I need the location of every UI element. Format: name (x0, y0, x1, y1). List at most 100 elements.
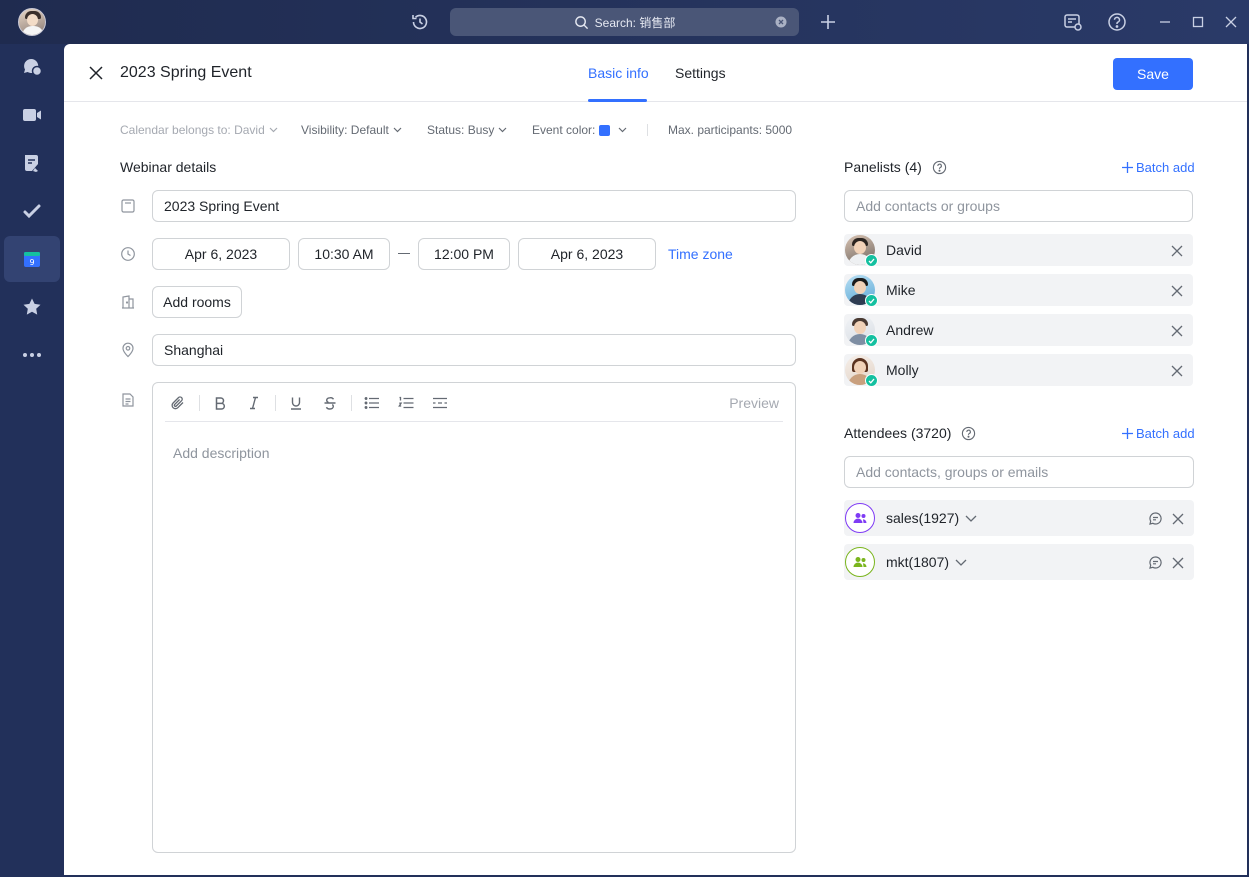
numbered-list-icon[interactable] (397, 394, 415, 412)
save-button[interactable]: Save (1113, 58, 1193, 90)
start-date-picker[interactable]: Apr 6, 2023 (152, 238, 290, 270)
search-bar[interactable]: Search: 销售部 (450, 8, 799, 36)
description-editor[interactable]: Preview Add description (152, 382, 796, 853)
attachment-icon[interactable] (169, 394, 187, 412)
maximize-icon[interactable] (1189, 12, 1207, 32)
panelist-row: Andrew (844, 314, 1193, 347)
toolbar-divider (275, 395, 276, 411)
video-meeting-icon[interactable] (4, 92, 60, 138)
webinar-details-heading: Webinar details (120, 159, 217, 175)
panelists-input[interactable]: Add contacts or groups (844, 190, 1193, 222)
group-name[interactable]: mkt(1807) (886, 554, 949, 570)
help-icon[interactable] (1107, 12, 1127, 32)
strikethrough-icon[interactable] (321, 394, 339, 412)
event-color-dropdown[interactable]: Event color: (532, 123, 627, 137)
active-tab-indicator (588, 99, 647, 102)
check-badge-icon (865, 374, 878, 387)
event-title-input[interactable]: 2023 Spring Event (152, 190, 796, 222)
editor-header: 2023 Spring Event Basic info Settings Sa… (64, 44, 1247, 102)
title-icon (120, 198, 136, 214)
clock-icon (120, 246, 136, 262)
more-icon[interactable] (4, 332, 60, 378)
underline-icon[interactable] (287, 394, 305, 412)
group-name[interactable]: sales(1927) (886, 510, 959, 526)
divider-line-icon[interactable] (431, 394, 449, 412)
help-circle-icon[interactable] (961, 426, 976, 441)
attendee-group-row: mkt(1807) (844, 544, 1194, 580)
attendees-input-placeholder: Add contacts, groups or emails (856, 464, 1049, 480)
remove-icon[interactable] (1171, 244, 1183, 257)
toolbar-divider (351, 395, 352, 411)
bullet-list-icon[interactable] (363, 394, 381, 412)
chat-icon[interactable] (1149, 556, 1162, 569)
close-icon[interactable] (88, 65, 104, 81)
toolbar-divider (199, 395, 200, 411)
bold-icon[interactable] (211, 394, 229, 412)
chevron-down-icon[interactable] (955, 559, 967, 566)
app-sidebar: 9 (0, 44, 64, 877)
remove-icon[interactable] (1171, 364, 1183, 377)
chat-icon[interactable] (1149, 512, 1162, 525)
remove-icon[interactable] (1171, 324, 1183, 337)
attendees-batch-add-button[interactable]: Batch add (1122, 426, 1195, 441)
panelist-row: David (844, 234, 1193, 267)
plus-icon (1122, 428, 1133, 439)
check-badge-icon (865, 334, 878, 347)
visibility-label: Visibility: Default (301, 123, 389, 137)
clear-search-icon[interactable] (775, 16, 787, 28)
messenger-icon[interactable] (4, 44, 60, 90)
user-avatar[interactable] (18, 8, 46, 36)
end-time-picker[interactable]: 12:00 PM (418, 238, 510, 270)
remove-icon[interactable] (1172, 512, 1184, 525)
notification-settings-icon[interactable] (1063, 12, 1083, 32)
time-zone-link[interactable]: Time zone (668, 246, 733, 262)
avatar (845, 315, 878, 347)
panelists-batch-add-button[interactable]: Batch add (1122, 160, 1195, 175)
attendees-label: Attendees (3720) (844, 425, 952, 441)
group-icon (845, 547, 875, 577)
panelist-name: Mike (886, 282, 916, 298)
tab-settings[interactable]: Settings (675, 65, 726, 81)
remove-icon[interactable] (1172, 556, 1184, 569)
event-color-label: Event color: (532, 123, 596, 137)
calendar-icon[interactable]: 9 (4, 236, 60, 282)
end-date-picker[interactable]: Apr 6, 2023 (518, 238, 656, 270)
panelist-row: Mike (844, 274, 1193, 307)
panelists-label: Panelists (4) (844, 159, 922, 175)
chevron-down-icon (498, 127, 507, 133)
help-circle-icon[interactable] (932, 160, 947, 175)
tab-basic-info[interactable]: Basic info (588, 65, 649, 81)
add-rooms-button[interactable]: Add rooms (152, 286, 242, 318)
search-text: Search: 销售部 (594, 15, 676, 30)
check-badge-icon (865, 254, 878, 267)
minimize-icon[interactable] (1156, 12, 1174, 32)
preview-toggle[interactable]: Preview (729, 395, 779, 411)
attendee-group-row: sales(1927) (844, 500, 1194, 536)
search-icon (574, 15, 589, 30)
panelists-input-placeholder: Add contacts or groups (856, 198, 1000, 214)
location-input[interactable]: Shanghai (152, 334, 796, 366)
visibility-dropdown[interactable]: Visibility: Default (301, 123, 402, 137)
chevron-down-icon[interactable] (965, 515, 977, 522)
divider (647, 124, 648, 136)
calendar-owner-dropdown[interactable]: Calendar belongs to: David (120, 123, 278, 137)
attendees-heading: Attendees (3720) (844, 425, 976, 441)
status-dropdown[interactable]: Status: Busy (427, 123, 507, 137)
favorites-icon[interactable] (4, 284, 60, 330)
history-icon[interactable] (410, 12, 430, 32)
plus-icon[interactable] (818, 12, 838, 32)
start-time-picker[interactable]: 10:30 AM (298, 238, 390, 270)
avatar (845, 235, 878, 267)
italic-icon[interactable] (245, 394, 263, 412)
tasks-icon[interactable] (4, 188, 60, 234)
close-window-icon[interactable] (1222, 12, 1240, 32)
panelist-name: David (886, 242, 922, 258)
remove-icon[interactable] (1171, 284, 1183, 297)
panelist-name: Andrew (886, 322, 934, 338)
max-participants: Max. participants: 5000 (668, 123, 793, 137)
docs-icon[interactable] (4, 140, 60, 186)
attendees-input[interactable]: Add contacts, groups or emails (844, 456, 1194, 488)
batch-add-label: Batch add (1136, 426, 1195, 441)
plus-icon (1122, 162, 1133, 173)
location-icon (120, 342, 136, 358)
